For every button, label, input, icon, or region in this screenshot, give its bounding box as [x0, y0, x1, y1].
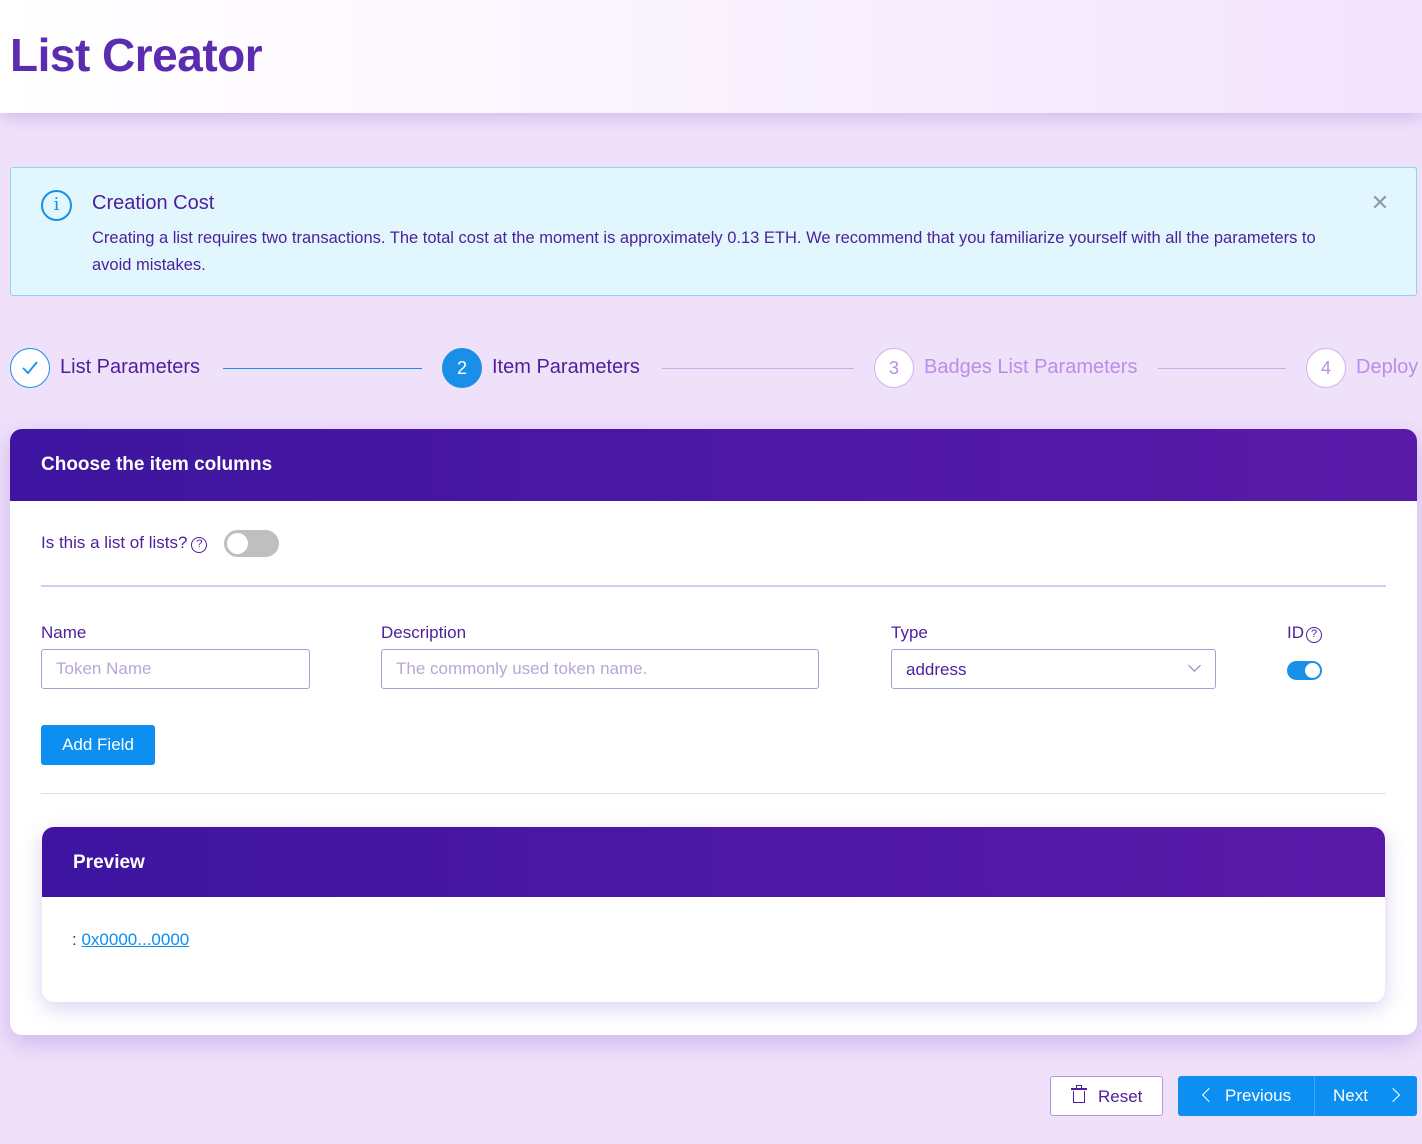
- name-input[interactable]: [41, 649, 310, 689]
- preview-header: Preview: [42, 827, 1385, 897]
- type-select-value: address: [906, 660, 967, 679]
- trash-icon: [1071, 1085, 1087, 1103]
- preview-row: : 0x0000...0000: [72, 930, 189, 950]
- step-3-label: Badges List Parameters: [924, 356, 1138, 378]
- app-title: List Creator: [10, 29, 263, 81]
- reset-label: Reset: [1098, 1087, 1143, 1106]
- toggle-knob: [1305, 663, 1320, 678]
- question-circle-icon[interactable]: ?: [1306, 627, 1322, 643]
- list-of-lists-label: Is this a list of lists??: [41, 533, 208, 553]
- id-label: ID?: [1287, 623, 1322, 643]
- id-label-text: ID: [1287, 623, 1304, 642]
- chevron-down-icon: [1188, 659, 1201, 672]
- type-label: Type: [891, 623, 928, 642]
- preview-row-prefix: :: [72, 930, 77, 949]
- alert-title: Creation Cost: [92, 192, 215, 214]
- previous-label: Previous: [1225, 1086, 1292, 1105]
- step-2-number: 2: [442, 348, 482, 388]
- step-1-check-icon: [10, 348, 50, 388]
- step-connector: [1158, 368, 1286, 369]
- add-field-button[interactable]: Add Field: [41, 725, 155, 765]
- id-toggle[interactable]: [1287, 661, 1322, 680]
- step-2-label: Item Parameters: [492, 356, 640, 378]
- type-select[interactable]: address: [891, 649, 1216, 689]
- top-bar: List Creator: [0, 0, 1422, 113]
- next-button[interactable]: Next: [1314, 1076, 1417, 1116]
- close-icon[interactable]: ✕: [1369, 192, 1391, 214]
- preview-address-link[interactable]: 0x0000...0000: [81, 930, 189, 949]
- chevron-right-icon: [1385, 1087, 1401, 1103]
- creation-cost-alert: i Creation Cost Creating a list requires…: [10, 167, 1417, 296]
- step-connector: [223, 368, 422, 369]
- step-connector: [662, 368, 854, 369]
- info-icon: i: [41, 190, 72, 221]
- step-4-label: Deploy: [1356, 356, 1419, 378]
- reset-button[interactable]: Reset: [1050, 1076, 1163, 1116]
- previous-button[interactable]: Previous: [1178, 1076, 1314, 1116]
- preview-title: Preview: [73, 852, 145, 873]
- step-3-number: 3: [874, 348, 914, 388]
- preview-card: Preview : 0x0000...0000: [42, 827, 1385, 1002]
- toggle-knob: [227, 533, 248, 554]
- step-4-number: 4: [1306, 348, 1346, 388]
- divider: [41, 793, 1386, 794]
- next-label: Next: [1333, 1086, 1368, 1105]
- description-input[interactable]: [381, 649, 819, 689]
- name-label: Name: [41, 623, 87, 642]
- chevron-left-icon: [1201, 1087, 1217, 1103]
- description-label: Description: [381, 623, 467, 642]
- question-circle-icon[interactable]: ?: [191, 537, 208, 553]
- navigation-button-group: Previous Next: [1178, 1076, 1417, 1116]
- card-header: Choose the item columns: [10, 429, 1417, 501]
- step-1-label: List Parameters: [60, 356, 201, 378]
- card-title: Choose the item columns: [41, 454, 273, 475]
- list-of-lists-toggle[interactable]: [224, 530, 279, 557]
- divider: [41, 585, 1386, 587]
- alert-message: Creating a list requires two transaction…: [92, 229, 1316, 274]
- list-of-lists-text: Is this a list of lists?: [41, 533, 188, 552]
- stepper: List Parameters 2 Item Parameters 3 Badg…: [0, 347, 1422, 391]
- item-columns-card: Choose the item columns Is this a list o…: [10, 429, 1417, 1035]
